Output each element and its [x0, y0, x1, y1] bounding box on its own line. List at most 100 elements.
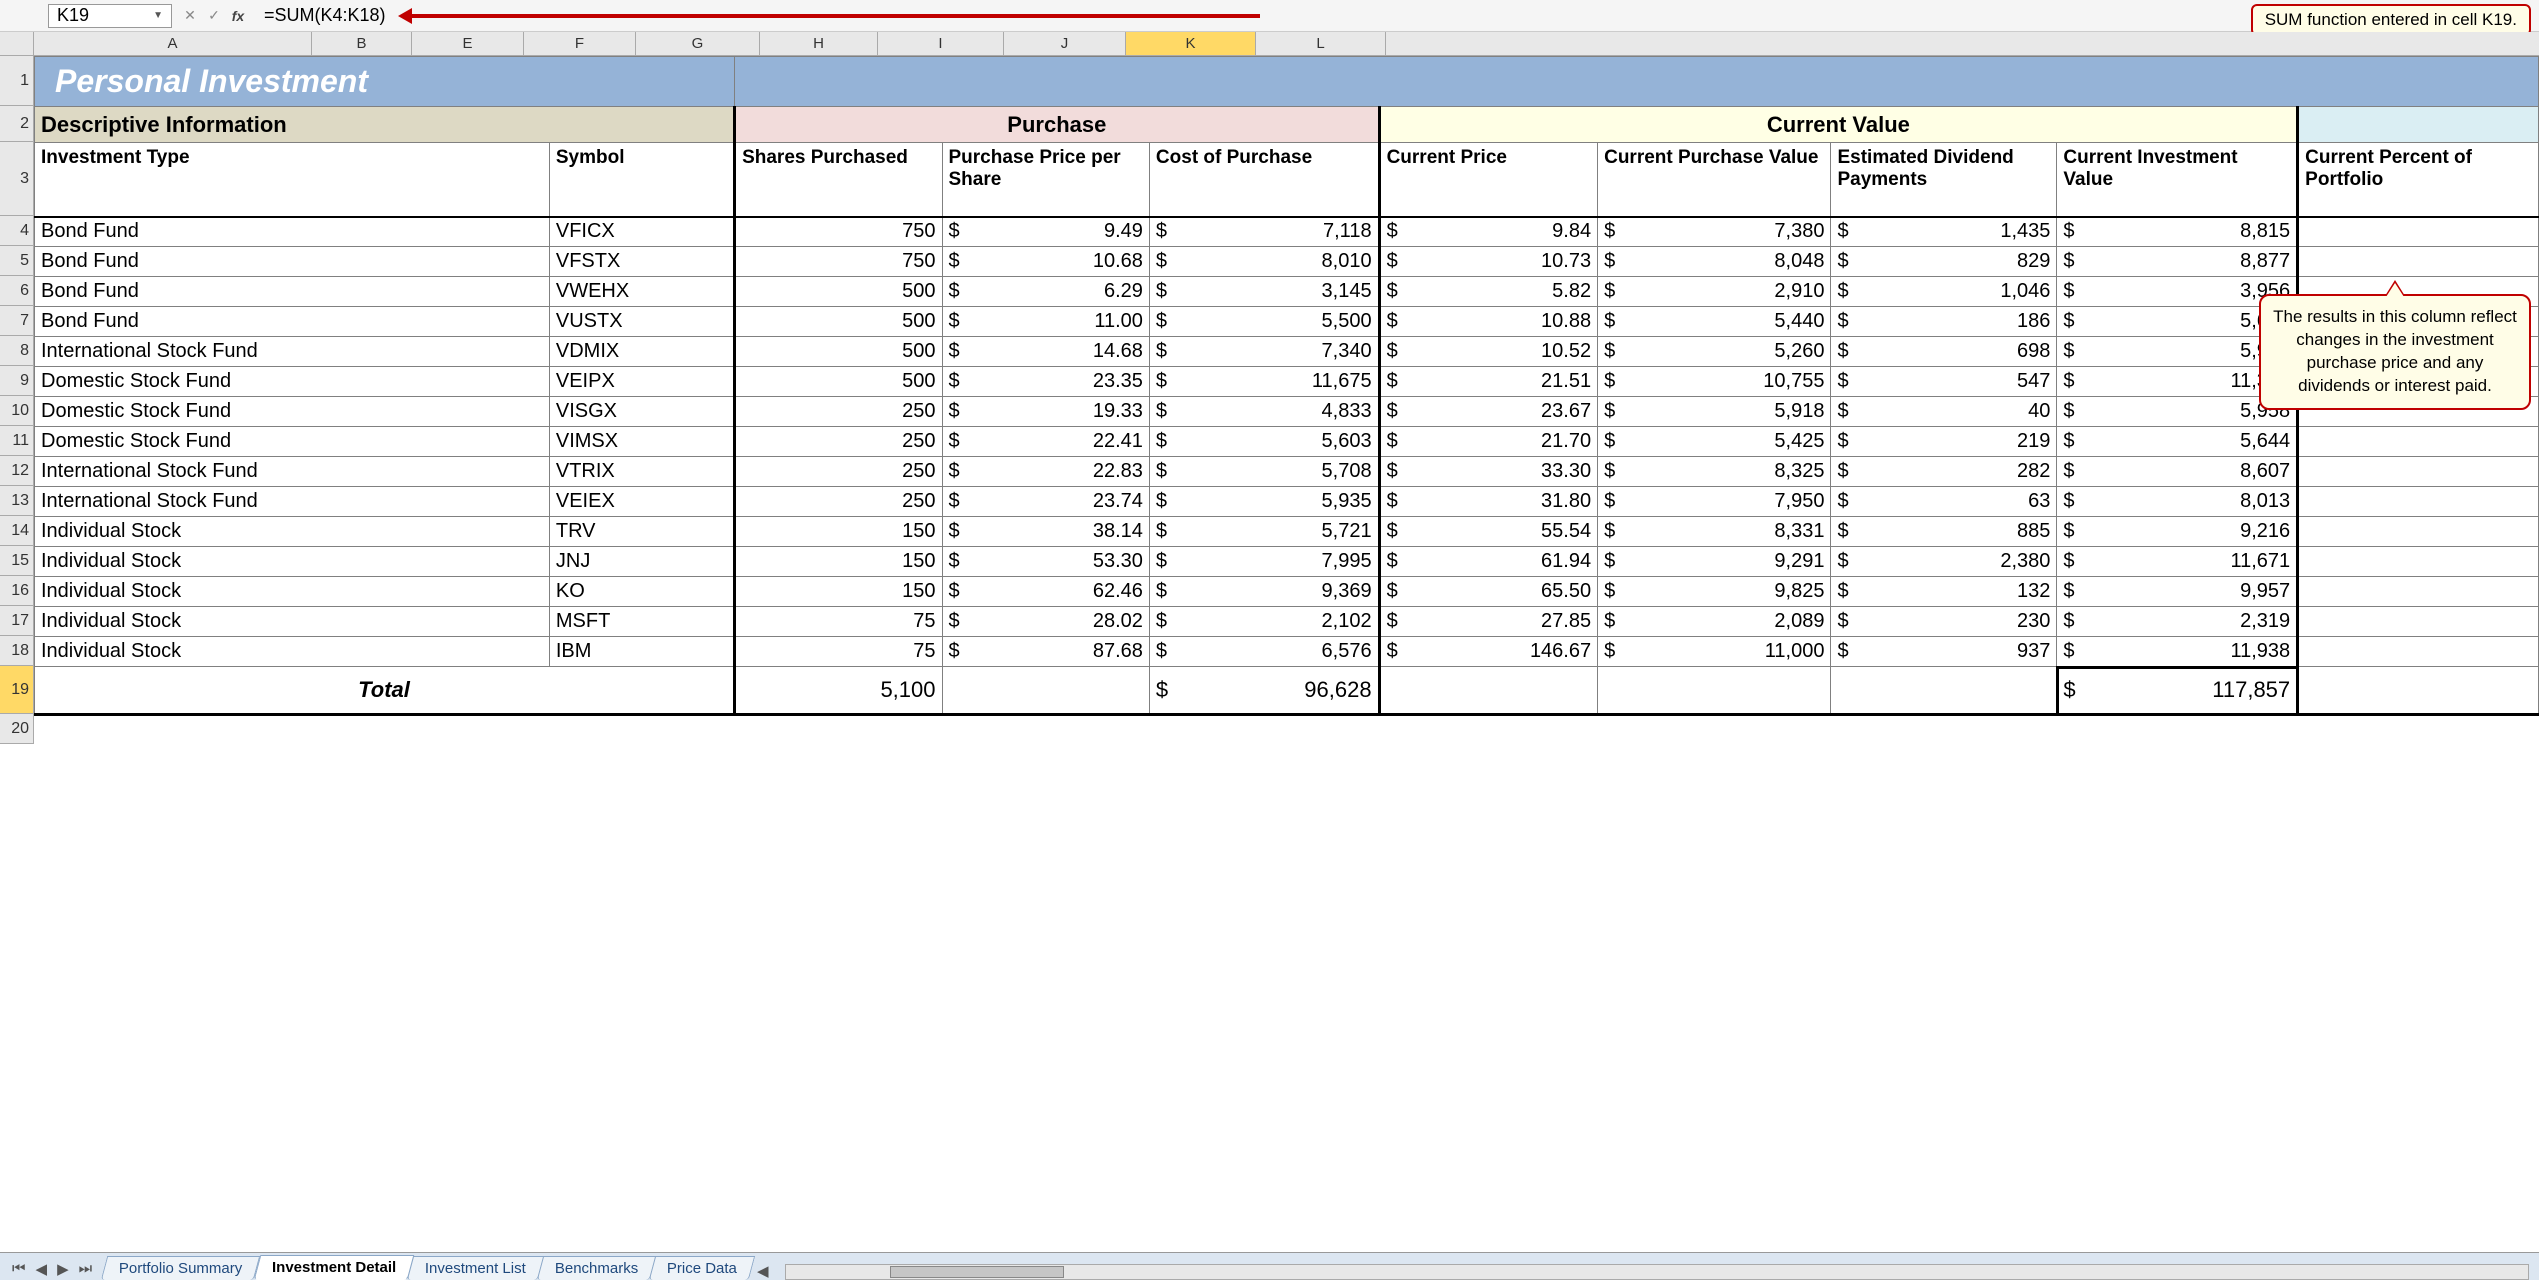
cell-cost[interactable]: $6,576 — [1149, 637, 1379, 667]
worksheet-table[interactable]: Personal Investment Descriptive Informat… — [34, 56, 2539, 735]
col-header-E[interactable]: E — [412, 32, 524, 55]
cell-symbol[interactable]: KO — [549, 577, 734, 607]
cell-type[interactable]: Domestic Stock Fund — [35, 397, 550, 427]
cell-type[interactable]: Individual Stock — [35, 517, 550, 547]
cell-pps[interactable]: $6.29 — [942, 277, 1149, 307]
total-label[interactable]: Total — [35, 667, 735, 715]
row-header-18[interactable]: 18 — [0, 636, 34, 666]
cell-pps[interactable]: $23.35 — [942, 367, 1149, 397]
cell-cprice[interactable]: $31.80 — [1379, 487, 1598, 517]
sheet-tab[interactable]: Portfolio Summary — [101, 1256, 261, 1280]
cell-type[interactable]: Bond Fund — [35, 217, 550, 247]
cell-div[interactable]: $829 — [1831, 247, 2057, 277]
cell-shares[interactable]: 75 — [735, 637, 942, 667]
cell-cprice[interactable]: $33.30 — [1379, 457, 1598, 487]
cell-civ[interactable]: $2,319 — [2057, 607, 2298, 637]
cell-type[interactable]: Bond Fund — [35, 277, 550, 307]
cell-cost[interactable]: $3,145 — [1149, 277, 1379, 307]
cell-pps[interactable]: $62.46 — [942, 577, 1149, 607]
cell-div[interactable]: $230 — [1831, 607, 2057, 637]
cell-cost[interactable]: $7,995 — [1149, 547, 1379, 577]
cell-cost[interactable]: $7,340 — [1149, 337, 1379, 367]
cell-symbol[interactable]: VFSTX — [549, 247, 734, 277]
col-header-L[interactable]: L — [1256, 32, 1386, 55]
hdr-civ[interactable]: Current Investment Value — [2057, 143, 2298, 217]
cell-cpv[interactable]: $2,089 — [1598, 607, 1831, 637]
cell-pct[interactable] — [2298, 577, 2539, 607]
cell-shares[interactable]: 150 — [735, 517, 942, 547]
formula-input[interactable]: =SUM(K4:K18) — [256, 4, 394, 28]
sheet-tab[interactable]: Investment List — [407, 1256, 544, 1280]
cell-shares[interactable]: 500 — [735, 307, 942, 337]
row-header-19[interactable]: 19 — [0, 666, 34, 714]
tab-prev-icon[interactable]: ◀ — [32, 1258, 52, 1280]
cell-cprice[interactable]: $65.50 — [1379, 577, 1598, 607]
hdr-cprice[interactable]: Current Price — [1379, 143, 1598, 217]
cell-cost[interactable]: $9,369 — [1149, 577, 1379, 607]
cell-symbol[interactable]: MSFT — [549, 607, 734, 637]
row-header-2[interactable]: 2 — [0, 106, 34, 142]
cell-civ[interactable]: $11,938 — [2057, 637, 2298, 667]
hdr-div[interactable]: Estimated Dividend Payments — [1831, 143, 2057, 217]
cell-symbol[interactable]: VDMIX — [549, 337, 734, 367]
horizontal-scrollbar[interactable] — [775, 1264, 2539, 1280]
cell-div[interactable]: $937 — [1831, 637, 2057, 667]
cell-shares[interactable]: 250 — [735, 457, 942, 487]
cell-cpv[interactable]: $5,440 — [1598, 307, 1831, 337]
row-header-9[interactable]: 9 — [0, 366, 34, 396]
name-box-dropdown-icon[interactable]: ▼ — [153, 10, 163, 21]
cell-type[interactable]: Individual Stock — [35, 637, 550, 667]
tab-scroll-icon[interactable]: ◀ — [751, 1262, 775, 1280]
row-header-16[interactable]: 16 — [0, 576, 34, 606]
cell-div[interactable]: $282 — [1831, 457, 2057, 487]
section-purchase[interactable]: Purchase — [735, 107, 1380, 143]
name-box[interactable]: K19 ▼ — [48, 4, 172, 28]
cell-pps[interactable]: $10.68 — [942, 247, 1149, 277]
hdr-symbol[interactable]: Symbol — [549, 143, 734, 217]
cell-symbol[interactable]: VIMSX — [549, 427, 734, 457]
cell-shares[interactable]: 500 — [735, 277, 942, 307]
col-header-G[interactable]: G — [636, 32, 760, 55]
cell-symbol[interactable]: VWEHX — [549, 277, 734, 307]
row-header-17[interactable]: 17 — [0, 606, 34, 636]
cell-type[interactable]: International Stock Fund — [35, 337, 550, 367]
cell-type[interactable]: Domestic Stock Fund — [35, 367, 550, 397]
cell-symbol[interactable]: TRV — [549, 517, 734, 547]
cell-cost[interactable]: $5,603 — [1149, 427, 1379, 457]
cell-pct[interactable] — [2298, 607, 2539, 637]
cell-cprice[interactable]: $55.54 — [1379, 517, 1598, 547]
total-civ-selected[interactable]: $117,857 — [2057, 667, 2298, 715]
cell-cprice[interactable]: $146.67 — [1379, 637, 1598, 667]
col-header-K[interactable]: K — [1126, 32, 1256, 55]
cell-cprice[interactable]: $10.73 — [1379, 247, 1598, 277]
cell-cpv[interactable]: $5,918 — [1598, 397, 1831, 427]
cell-pps[interactable]: $23.74 — [942, 487, 1149, 517]
cell-civ[interactable]: $5,644 — [2057, 427, 2298, 457]
tab-next-icon[interactable]: ▶ — [53, 1258, 73, 1280]
total-blank-l[interactable] — [2298, 667, 2539, 715]
cell-div[interactable]: $698 — [1831, 337, 2057, 367]
hdr-pct[interactable]: Current Percent of Portfolio — [2298, 143, 2539, 217]
hdr-shares[interactable]: Shares Purchased — [735, 143, 942, 217]
cell-pct[interactable] — [2298, 637, 2539, 667]
total-cost[interactable]: $96,628 — [1149, 667, 1379, 715]
cell-civ[interactable]: $11,671 — [2057, 547, 2298, 577]
cell-cpv[interactable]: $8,048 — [1598, 247, 1831, 277]
cell-shares[interactable]: 750 — [735, 247, 942, 277]
cell-cprice[interactable]: $27.85 — [1379, 607, 1598, 637]
section-current[interactable]: Current Value — [1379, 107, 2298, 143]
hdr-cpv[interactable]: Current Purchase Value — [1598, 143, 1831, 217]
cell-pct[interactable] — [2298, 487, 2539, 517]
row-header-4[interactable]: 4 — [0, 216, 34, 246]
cell-cost[interactable]: $5,708 — [1149, 457, 1379, 487]
cell-pps[interactable]: $9.49 — [942, 217, 1149, 247]
title-blank[interactable] — [735, 57, 2539, 107]
cell-cost[interactable]: $8,010 — [1149, 247, 1379, 277]
cell-shares[interactable]: 750 — [735, 217, 942, 247]
cell-pct[interactable] — [2298, 247, 2539, 277]
row-header-8[interactable]: 8 — [0, 336, 34, 366]
cell-civ[interactable]: $8,815 — [2057, 217, 2298, 247]
cell-civ[interactable]: $8,877 — [2057, 247, 2298, 277]
row-header-1[interactable]: 1 — [0, 56, 34, 106]
cell-div[interactable]: $132 — [1831, 577, 2057, 607]
